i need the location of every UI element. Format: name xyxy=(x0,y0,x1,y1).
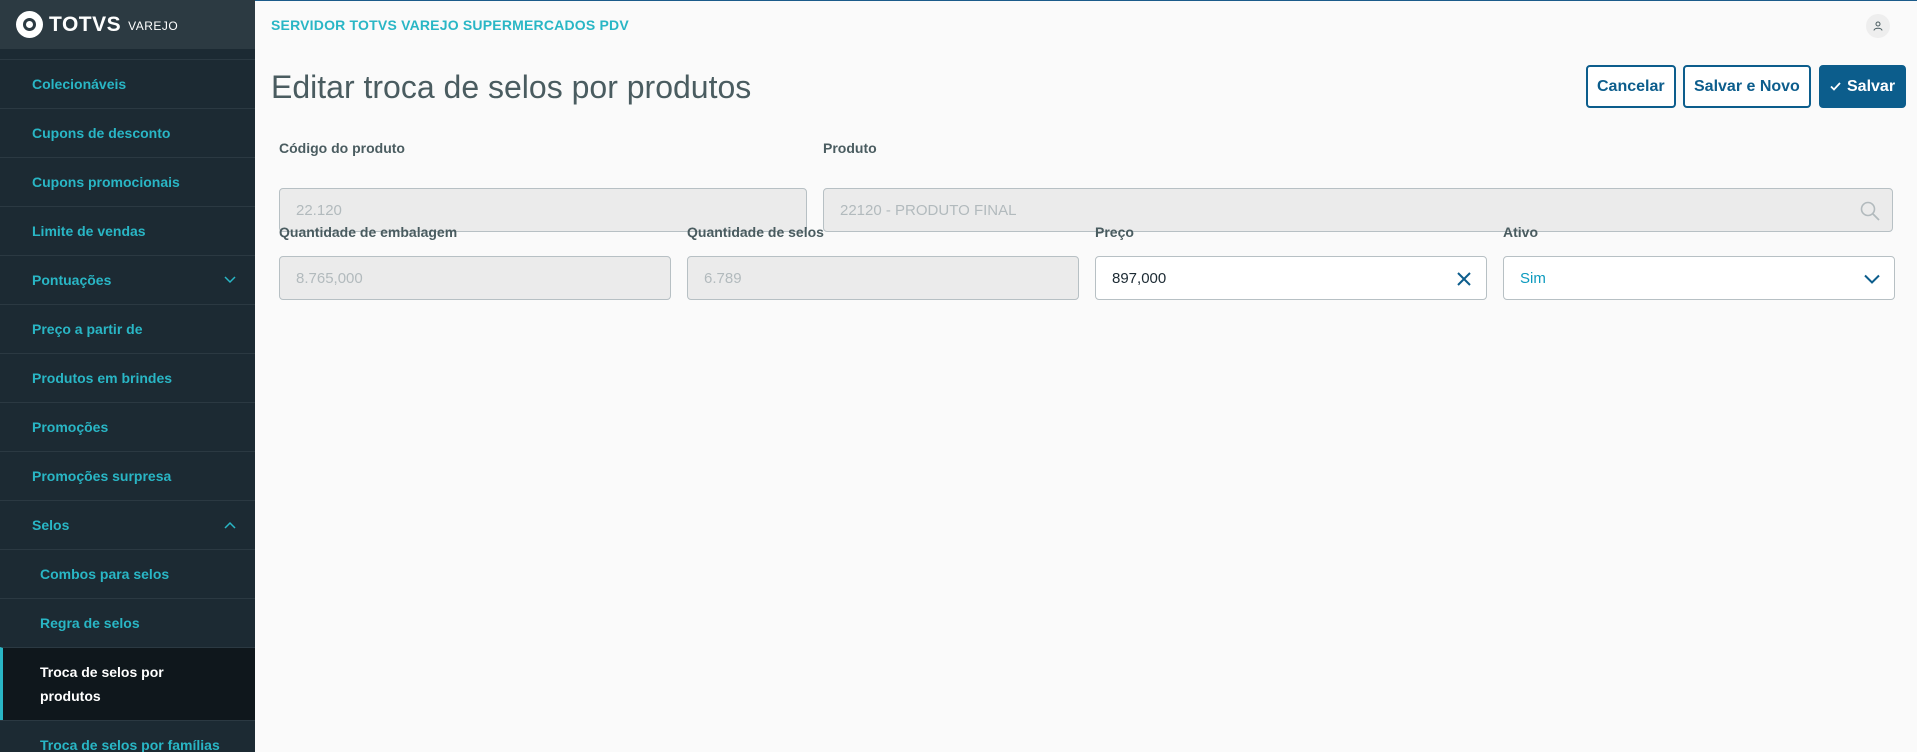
sidebar-item-label: Selos xyxy=(32,517,70,533)
sidebar-item-cupons-de-desconto[interactable]: Cupons de desconto xyxy=(0,108,255,157)
sidebar-item-cupons-promocionais[interactable]: Cupons promocionais xyxy=(0,157,255,206)
codigo-produto-value: 22.120 xyxy=(296,201,342,219)
sidebar-item-regra-de-selos[interactable]: Regra de selos xyxy=(0,598,255,647)
sidebar-item-label: Preço a partir de xyxy=(32,321,143,337)
preco-input[interactable]: 897,000 xyxy=(1095,256,1487,300)
sidebar-item-troca-de-selos-por-produtos[interactable]: Troca de selos por produtos xyxy=(0,647,255,720)
sidebar-item-label: Troca de selos por famílias xyxy=(40,737,220,752)
sidebar-item-selos[interactable]: Selos xyxy=(0,500,255,549)
totvs-logo-icon xyxy=(16,11,43,38)
save-and-new-button[interactable]: Salvar e Novo xyxy=(1683,65,1811,108)
sidebar-item-label: Regra de selos xyxy=(40,615,140,631)
chevron-down-icon xyxy=(1862,269,1882,289)
sidebar-item-troca-de-selos-por-familias[interactable]: Troca de selos por famílias xyxy=(0,720,255,752)
sidebar-item-colecionaveis[interactable]: Colecionáveis xyxy=(0,59,255,108)
chevron-down-icon xyxy=(223,273,237,287)
sidebar-item-label: Combos para selos xyxy=(40,566,170,582)
logo-brand: TOTVS xyxy=(49,12,122,36)
save-button[interactable]: Salvar xyxy=(1819,65,1907,108)
codigo-produto-label: Código do produto xyxy=(279,140,405,156)
preco-label: Preço xyxy=(1095,224,1134,240)
qtd-selos-field[interactable]: 6.789 xyxy=(687,256,1079,300)
sidebar-item-label: Colecionáveis xyxy=(32,76,127,92)
qtd-selos-value: 6.789 xyxy=(704,269,742,287)
close-icon[interactable] xyxy=(1454,269,1474,289)
qtd-selos-label: Quantidade de selos xyxy=(687,224,824,240)
sidebar-item-label: Promoções xyxy=(32,419,109,435)
sidebar-item-combos-para-selos[interactable]: Combos para selos xyxy=(0,549,255,598)
logo-product: VAREJO xyxy=(128,19,179,33)
save-button-label: Salvar xyxy=(1847,77,1896,95)
chevron-up-icon xyxy=(223,518,237,532)
sidebar-item-label: Produtos em brindes xyxy=(32,370,173,386)
server-title: SERVIDOR TOTVS VAREJO SUPERMERCADOS PDV xyxy=(271,17,629,33)
ativo-select[interactable]: Sim xyxy=(1503,256,1895,300)
sidebar-item-label: Pontuações xyxy=(32,272,112,288)
sidebar-item-promocoes[interactable]: Promoções xyxy=(0,402,255,451)
preco-value: 897,000 xyxy=(1112,269,1167,287)
qtd-embalagem-label: Quantidade de embalagem xyxy=(279,224,458,240)
header: SERVIDOR TOTVS VAREJO SUPERMERCADOS PDV xyxy=(255,0,1917,49)
check-icon xyxy=(1830,82,1841,91)
produto-field[interactable]: 22120 - PRODUTO FINAL xyxy=(823,188,1893,232)
sidebar-item-preco-a-partir-de[interactable]: Preço a partir de xyxy=(0,304,255,353)
sidebar-item-label: Limite de vendas xyxy=(32,223,146,239)
cancel-button-label: Cancelar xyxy=(1597,77,1665,95)
qtd-embalagem-field[interactable]: 8.765,000 xyxy=(279,256,671,300)
qtd-embalagem-value: 8.765,000 xyxy=(296,269,363,287)
sidebar-item-label: Cupons de desconto xyxy=(32,125,171,141)
logo[interactable]: TOTVS VAREJO xyxy=(0,0,255,49)
sidebar-item-label: Troca de selos por produtos xyxy=(40,664,164,704)
sidebar-item-limite-de-vendas[interactable]: Limite de vendas xyxy=(0,206,255,255)
main-content: Editar troca de selos por produtos Cance… xyxy=(255,49,1917,752)
cancel-button[interactable]: Cancelar xyxy=(1586,65,1676,108)
produto-value: 22120 - PRODUTO FINAL xyxy=(840,201,1017,219)
ativo-label: Ativo xyxy=(1503,224,1538,240)
search-icon[interactable] xyxy=(1860,201,1880,221)
sidebar-item-pontuacoes[interactable]: Pontuações xyxy=(0,255,255,304)
sidebar-item-produtos-em-brindes[interactable]: Produtos em brindes xyxy=(0,353,255,402)
sidebar-item-label: Promoções surpresa xyxy=(32,468,172,484)
sidebar: TOTVS VAREJO Colecionáveis Cupons de des… xyxy=(0,0,255,752)
sidebar-item-label: Cupons promocionais xyxy=(32,174,180,190)
produto-label: Produto xyxy=(823,140,877,156)
page-title: Editar troca de selos por produtos xyxy=(271,69,752,105)
sidebar-item-promocoes-surpresa[interactable]: Promoções surpresa xyxy=(0,451,255,500)
save-and-new-button-label: Salvar e Novo xyxy=(1694,77,1800,95)
ativo-value: Sim xyxy=(1520,269,1546,287)
user-icon[interactable] xyxy=(1866,14,1890,38)
